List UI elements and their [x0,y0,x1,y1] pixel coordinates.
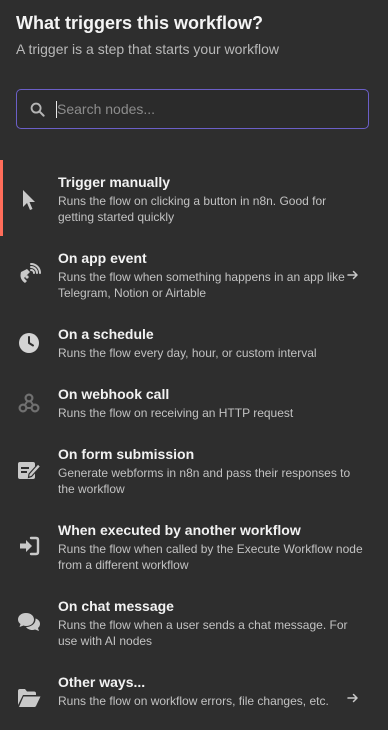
trigger-item-title: On webhook call [58,386,170,402]
trigger-item-title: On form submission [58,446,195,462]
search-input[interactable] [57,91,368,127]
trigger-item-webhook[interactable]: On webhook call Runs the flow on receivi… [0,372,388,432]
panel-subtitle: A trigger is a step that starts your wor… [16,41,279,57]
trigger-item-description: Runs the flow when something happens in … [58,270,345,300]
webhook-icon [16,390,42,416]
clock-icon [16,330,42,356]
satellite-dish-icon [16,262,42,288]
trigger-item-title: On a schedule [58,326,154,342]
panel-header: What triggers this workflow? A trigger i… [0,0,388,58]
trigger-item-other[interactable]: Other ways... Runs the flow on workflow … [0,660,388,730]
trigger-item-chat[interactable]: On chat message Runs the flow when a use… [0,584,388,660]
trigger-item-description: Runs the flow on receiving an HTTP reque… [58,406,294,420]
panel-title: What triggers this workflow? [16,13,264,33]
trigger-item-title: When executed by another workflow [58,522,301,538]
form-edit-icon [16,457,42,483]
sign-in-icon [16,533,42,559]
text-cursor [56,101,57,118]
chat-bubbles-icon [16,609,42,635]
trigger-item-description: Runs the flow on workflow errors, file c… [58,694,329,708]
trigger-item-description: Runs the flow every day, hour, or custom… [58,346,317,360]
trigger-item-description: Runs the flow on clicking a button in n8… [58,194,327,224]
trigger-item-description: Generate webforms in n8n and pass their … [58,466,351,496]
trigger-item-manual[interactable]: Trigger manually Runs the flow on clicki… [0,160,388,236]
arrow-right-icon [346,691,360,705]
arrow-right-icon [346,268,360,282]
trigger-item-form[interactable]: On form submission Generate webforms in … [0,432,388,508]
trigger-item-app-event[interactable]: On app event Runs the flow when somethin… [0,236,388,312]
trigger-item-title: Trigger manually [58,174,171,190]
search-box[interactable] [16,89,369,129]
trigger-item-schedule[interactable]: On a schedule Runs the flow every day, h… [0,312,388,372]
mouse-pointer-icon [16,187,42,213]
trigger-item-description: Runs the flow when a user sends a chat m… [58,618,348,648]
folder-open-icon [16,685,42,711]
trigger-item-description: Runs the flow when called by the Execute… [58,542,363,572]
search-icon [17,90,57,128]
trigger-panel: What triggers this workflow? A trigger i… [0,0,388,730]
trigger-item-title: Other ways... [58,674,146,690]
trigger-item-title: On chat message [58,598,174,614]
trigger-item-title: On app event [58,250,147,266]
trigger-item-subworkflow[interactable]: When executed by another workflow Runs t… [0,508,388,584]
